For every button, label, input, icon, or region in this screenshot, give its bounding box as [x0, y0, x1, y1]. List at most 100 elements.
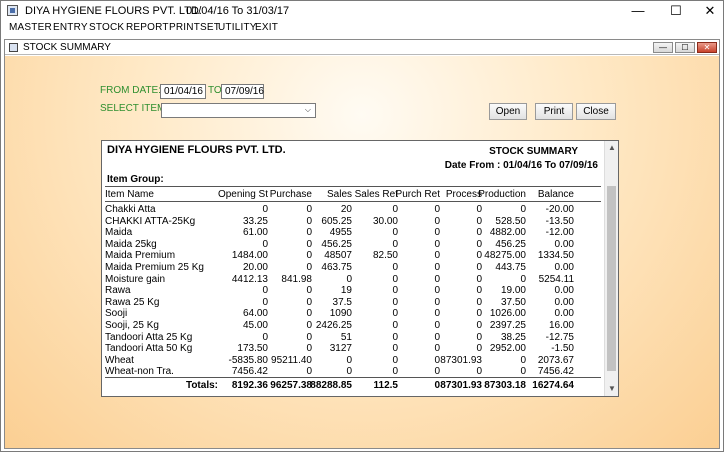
print-button[interactable]: Print: [535, 103, 573, 120]
to-date-input[interactable]: 07/09/16: [221, 84, 264, 99]
cell-balance: 1334.50: [537, 250, 574, 262]
maximize-icon[interactable]: ☐: [659, 1, 693, 21]
menu-utility[interactable]: UTILITY: [218, 22, 257, 33]
cell-opening-stock: 33.25: [242, 215, 268, 227]
child-restore-button[interactable]: ☐: [675, 42, 695, 53]
cell-sales: 48507: [324, 250, 352, 262]
cell-process: 0: [476, 273, 482, 285]
cell-production: 19.00: [500, 285, 526, 297]
cell-production: 456.25: [495, 238, 526, 250]
child-close-button[interactable]: ✕: [697, 42, 717, 53]
close-button[interactable]: Close: [576, 103, 616, 120]
cell-opening-stock: 20.00: [242, 262, 268, 273]
cell-purch-ret: 0: [434, 227, 440, 239]
cell-balance: 0.00: [554, 296, 574, 308]
cell-purchase: 0: [306, 366, 312, 378]
cell-opening-stock: -5835.80: [228, 354, 268, 366]
menu-printset[interactable]: PRINTSET: [169, 22, 220, 33]
menu-entry[interactable]: ENTRY: [53, 22, 88, 33]
col-production: Production: [478, 189, 526, 200]
total-purchase: 96257.38: [270, 380, 312, 391]
table-row: Sooji 64.00 0 1090 0 0 0 1026.00 0.00: [102, 308, 602, 320]
total-sales: 88288.85: [310, 380, 352, 391]
close-icon[interactable]: ✕: [693, 1, 724, 21]
cell-process: 0: [476, 238, 482, 250]
menu-exit[interactable]: EXIT: [255, 22, 278, 33]
cell-purch-ret: 0: [434, 320, 440, 331]
table-row: Moisture gain 4412.13 841.98 0 0 0 0 0 5254.11: [102, 274, 602, 286]
cell-balance: -12.00: [545, 227, 574, 239]
minimize-icon[interactable]: —: [621, 1, 655, 21]
from-date-input[interactable]: 01/04/16: [160, 84, 206, 99]
cell-purch-ret: 0: [434, 238, 440, 250]
cell-purchase: 0: [306, 250, 312, 262]
cell-purch-ret: 0: [434, 354, 440, 366]
report-title: STOCK SUMMARY: [489, 146, 578, 157]
scroll-down-icon[interactable]: ▼: [605, 382, 619, 396]
vertical-scrollbar[interactable]: ▲ ▼: [604, 141, 618, 396]
menu-master[interactable]: MASTER: [9, 22, 52, 33]
cell-sales-ret: 0: [392, 343, 398, 355]
cell-production: 37.50: [500, 296, 526, 308]
cell-balance: -1.50: [551, 343, 574, 355]
cell-sales-ret: 0: [392, 204, 398, 215]
col-purch-ret: Purch Ret: [395, 189, 440, 200]
cell-process: 0: [476, 204, 482, 215]
cell-balance: -13.50: [545, 215, 574, 227]
form-area: FROM DATE: 01/04/16 TO 07/09/16 SELECT I…: [5, 56, 719, 448]
cell-process: 0: [476, 262, 482, 273]
scroll-thumb[interactable]: [607, 186, 616, 371]
cell-production: 1026.00: [489, 308, 526, 320]
table-row: Chakki Atta 0 0 20 0 0 0 0 -20.00: [102, 204, 602, 216]
cell-opening-stock: 45.00: [242, 320, 268, 331]
cell-item-name: Moisture gain: [105, 273, 166, 285]
cell-sales-ret: 0: [392, 320, 398, 331]
scroll-up-icon[interactable]: ▲: [605, 141, 619, 155]
cell-process: 0: [476, 308, 482, 320]
table-row: Maida 61.00 0 4955 0 0 0 4882.00 -12.00: [102, 227, 602, 239]
cell-opening-stock: 173.50: [237, 343, 268, 355]
total-sales-ret: 112.5: [373, 380, 398, 391]
cell-purch-ret: 0: [434, 285, 440, 297]
cell-purchase: 0: [306, 238, 312, 250]
cell-sales-ret: 0: [392, 331, 398, 343]
cell-purchase: 0: [306, 215, 312, 227]
cell-process: 0: [476, 320, 482, 331]
cell-balance: 16.00: [548, 320, 574, 331]
cell-production: 0: [520, 366, 526, 378]
menu-stock[interactable]: STOCK: [89, 22, 124, 33]
cell-purchase: 0: [306, 308, 312, 320]
cell-purchase: 0: [306, 320, 312, 331]
select-item-dropdown[interactable]: ⌵: [161, 103, 316, 118]
header-top-rule: [105, 186, 601, 187]
menu-report[interactable]: REPORT: [126, 22, 169, 33]
cell-balance: 5254.11: [538, 273, 574, 285]
cell-purch-ret: 0: [434, 366, 440, 378]
window-icon: [9, 43, 18, 52]
cell-sales: 3127: [329, 343, 352, 355]
stock-summary-window: STOCK SUMMARY — ☐ ✕ FROM DATE: 01/04/16 …: [4, 39, 720, 449]
child-minimize-button[interactable]: —: [653, 42, 673, 53]
cell-process: 0: [476, 296, 482, 308]
child-window-title: STOCK SUMMARY: [23, 42, 111, 53]
cell-opening-stock: 1484.00: [231, 250, 268, 262]
cell-sales: 51: [340, 331, 352, 343]
cell-opening-stock: 64.00: [242, 308, 268, 320]
open-button[interactable]: Open: [489, 103, 527, 120]
totals-row: Totals: 8192.36 96257.38 88288.85 112.5 …: [102, 380, 602, 392]
financial-period: 01/04/16 To 31/03/17: [186, 5, 290, 17]
child-title-bar: STOCK SUMMARY — ☐ ✕: [5, 40, 719, 55]
table-row: Sooji, 25 Kg 45.00 0 2426.25 0 0 0 2397.25 16.00: [102, 320, 602, 332]
cell-sales-ret: 0: [392, 227, 398, 239]
cell-purch-ret: 0: [434, 343, 440, 355]
total-process: 87301.93: [440, 380, 482, 391]
table-row: Maida Premium 25 Kg 20.00 0 463.75 0 0 0 443.75…: [102, 262, 602, 274]
cell-item-name: Maida Premium: [105, 250, 176, 262]
cell-item-name: Chakki Atta: [105, 204, 156, 215]
cell-sales: 456.25: [321, 238, 352, 250]
cell-production: 38.25: [500, 331, 526, 343]
cell-production: 48275.00: [484, 250, 526, 262]
cell-purchase: 0: [306, 331, 312, 343]
from-date-label: FROM DATE:: [100, 85, 161, 96]
cell-balance: -20.00: [545, 204, 574, 215]
